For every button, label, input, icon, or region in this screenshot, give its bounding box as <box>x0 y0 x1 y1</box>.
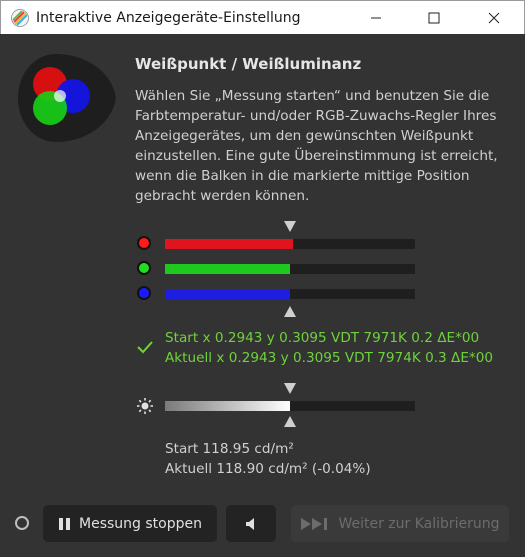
green-channel-bar <box>165 264 415 274</box>
target-marker-top-icon <box>284 221 296 232</box>
continue-to-calibration-button[interactable]: Weiter zur Kalibrierung <box>291 505 509 542</box>
luminance-target-bottom-icon <box>284 416 296 427</box>
title-bar: Interaktive Anzeigegeräte-Einstellung <box>0 0 525 34</box>
red-channel-fill <box>165 239 293 249</box>
measurement-current-text: Aktuell x 0.2943 y 0.3095 VDT 7974K 0.3 … <box>165 350 494 366</box>
target-marker-bottom-icon <box>284 306 296 317</box>
luminance-fill <box>165 401 290 411</box>
red-channel-bar <box>165 239 415 249</box>
blue-channel-bar <box>165 289 415 299</box>
luminance-start-text: Start 118.95 cd/m² <box>165 441 294 457</box>
rgb-circles-logo-icon <box>18 54 116 142</box>
status-indicator-icon <box>15 516 29 530</box>
speaker-icon <box>246 517 254 530</box>
stop-measurement-button[interactable]: Messung stoppen <box>43 505 217 542</box>
maximize-icon <box>428 12 440 24</box>
continue-to-calibration-label: Weiter zur Kalibrierung <box>338 515 500 532</box>
stop-measurement-label: Messung stoppen <box>79 515 202 532</box>
section-heading: Weißpunkt / Weißluminanz <box>135 55 362 73</box>
minimize-button[interactable] <box>353 1 399 35</box>
blue-channel-dot <box>137 286 151 300</box>
luminance-bar <box>165 401 415 411</box>
luminance-current-text: Aktuell 118.90 cd/m² (-0.04%) <box>165 461 371 477</box>
pause-icon <box>58 517 71 531</box>
close-button[interactable] <box>471 1 517 35</box>
brightness-sun-icon <box>137 398 153 414</box>
instructions-text: Wählen Sie „Messung starten“ und benutze… <box>135 88 498 205</box>
close-icon <box>488 12 500 24</box>
luminance-target-top-icon <box>284 383 296 394</box>
app-logo-icon <box>11 8 29 27</box>
maximize-button[interactable] <box>411 1 457 35</box>
red-channel-dot <box>137 236 151 250</box>
minimize-icon <box>371 17 381 19</box>
blue-channel-fill <box>165 289 290 299</box>
measurement-start-text: Start x 0.2943 y 0.3095 VDT 7971K 0.2 ΔE… <box>165 330 480 346</box>
checkmark-icon <box>137 341 153 354</box>
green-channel-fill <box>165 264 290 274</box>
green-channel-dot <box>137 261 151 275</box>
sound-button[interactable] <box>226 505 276 542</box>
window-title: Interaktive Anzeigegeräte-Einstellung <box>36 9 301 26</box>
skip-forward-icon <box>300 517 330 531</box>
